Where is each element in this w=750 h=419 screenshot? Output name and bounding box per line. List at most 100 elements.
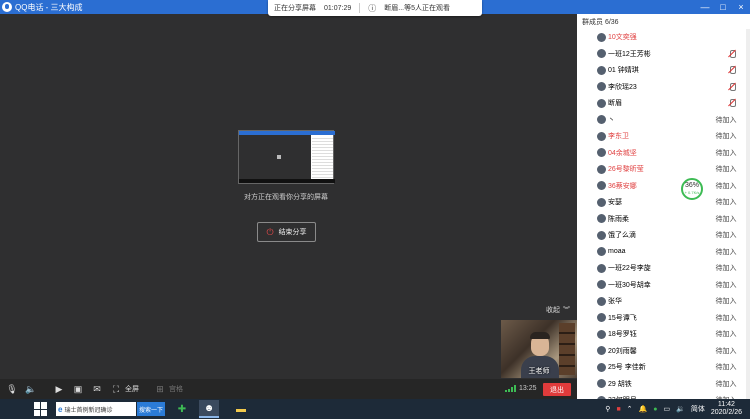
member-row[interactable]: 04余城坚 待加入 bbox=[577, 145, 750, 162]
member-row[interactable]: 20刘雨馨 待加入 bbox=[577, 343, 750, 360]
collapse-video-button[interactable]: 收起 ︾ bbox=[546, 305, 570, 315]
fullscreen-label[interactable]: 全屏 bbox=[125, 384, 139, 394]
camera-video-tile[interactable]: 王老师 bbox=[501, 320, 577, 378]
member-row[interactable]: 25号 李佳新 待加入 bbox=[577, 359, 750, 376]
avatar bbox=[597, 346, 606, 356]
person-tray-icon[interactable]: ⚲ bbox=[605, 405, 610, 413]
member-status: 待加入 bbox=[715, 116, 737, 124]
member-name: 25号 李佳新 bbox=[608, 364, 646, 372]
member-name: 04余城坚 bbox=[608, 149, 637, 157]
microphone-icon[interactable]: 🎙 bbox=[5, 382, 19, 396]
avatar bbox=[597, 280, 606, 290]
ie-icon: e bbox=[58, 404, 63, 414]
signal-strength-icon bbox=[505, 385, 516, 392]
system-tray: ⚲ ■ ⌃ 🔔 ● ▭ 🔉 简体 11:42 2020/2/26 bbox=[605, 399, 750, 419]
avatar bbox=[597, 313, 606, 323]
member-row[interactable]: 李欣瑶23 bbox=[577, 79, 750, 96]
grid-view-label[interactable]: 宫格 bbox=[169, 384, 183, 394]
red-app-tray-icon[interactable]: ■ bbox=[616, 406, 620, 413]
avatar bbox=[597, 379, 606, 389]
member-row[interactable]: 张华 待加入 bbox=[577, 293, 750, 310]
member-row[interactable]: 29 胡铁 待加入 bbox=[577, 376, 750, 393]
member-row[interactable]: 33何明月待加入 bbox=[577, 392, 750, 399]
member-list: 10文奕强 一班12王芳彬 01 钟婧琪 李欣瑶23 断眉丶待加入 李东卫 待加入 04余城坚… bbox=[577, 29, 750, 399]
start-tile bbox=[34, 409, 40, 416]
close-button[interactable]: × bbox=[732, 2, 750, 12]
notification-bell-icon[interactable]: 🔔 bbox=[639, 405, 648, 413]
signal-bar bbox=[511, 387, 513, 392]
member-row[interactable]: 断眉 bbox=[577, 95, 750, 112]
folder-app-icon[interactable]: ▬ bbox=[231, 400, 251, 418]
member-row[interactable]: 一班30号胡幸 待加入 bbox=[577, 277, 750, 294]
member-row[interactable]: 李东卫 待加入 bbox=[577, 128, 750, 145]
watchers-text: 断眉...等5人正在观看 bbox=[384, 5, 450, 12]
grid-view-icon[interactable]: ⊞ bbox=[153, 382, 167, 396]
avatar bbox=[597, 148, 606, 158]
window-title: QQ电话 - 三大构成 bbox=[15, 2, 83, 12]
member-row[interactable]: 一班22号李旋 待加入 bbox=[577, 260, 750, 277]
member-name: 一班30号胡幸 bbox=[608, 281, 651, 289]
member-status: 待加入 bbox=[715, 314, 737, 322]
member-row[interactable]: 18号罗钰 待加入 bbox=[577, 326, 750, 343]
signal-bar bbox=[505, 390, 507, 392]
speaker-icon[interactable]: 🔈 bbox=[24, 382, 38, 396]
muted-mic-icon bbox=[728, 82, 736, 92]
member-name: 李欣瑶23 bbox=[608, 83, 637, 91]
security-app-icon[interactable]: ✚ bbox=[172, 400, 192, 418]
preview-dot bbox=[277, 155, 281, 159]
member-count-header: 群成员 6/36 bbox=[582, 18, 619, 26]
member-row[interactable]: 36蔡安娜 待加入 bbox=[577, 178, 750, 195]
call-duration: 13:25 bbox=[519, 385, 537, 392]
member-row[interactable]: moaa 待加入 bbox=[577, 244, 750, 261]
chat-bubble-icon[interactable]: ✉ bbox=[90, 382, 104, 396]
member-row[interactable]: 01 钟婧琪 bbox=[577, 62, 750, 79]
network-icon[interactable]: ▭ bbox=[664, 405, 671, 413]
member-row[interactable]: 10文奕强 bbox=[577, 29, 750, 46]
minimize-button[interactable]: — bbox=[696, 2, 714, 12]
end-share-button[interactable]: ⏻ 结束分享 bbox=[257, 222, 316, 242]
member-name: 01 钟婧琪 bbox=[608, 67, 639, 75]
browser-search-input[interactable]: e 瑞士首例新冠确诊 bbox=[56, 402, 136, 416]
member-scrollbar[interactable] bbox=[746, 29, 750, 399]
muted-mic-icon bbox=[728, 98, 736, 108]
member-name: 10文奕强 bbox=[608, 34, 637, 42]
member-row[interactable]: 15号谭飞 待加入 bbox=[577, 310, 750, 327]
member-row[interactable]: 饿了么滴 待加入 bbox=[577, 227, 750, 244]
avatar bbox=[597, 197, 606, 207]
maximize-button[interactable]: □ bbox=[714, 2, 732, 12]
green-app-tray-icon[interactable]: ● bbox=[653, 406, 657, 413]
browser-search-value: 瑞士首例新冠确诊 bbox=[64, 407, 113, 414]
member-name: 饿了么滴 bbox=[608, 232, 636, 240]
member-status: 待加入 bbox=[715, 364, 737, 372]
member-row[interactable]: 丶 待加入 bbox=[577, 112, 750, 129]
ime-label[interactable]: 简体 bbox=[691, 404, 705, 414]
signal-bar bbox=[514, 385, 516, 392]
start-tile bbox=[34, 402, 40, 409]
share-timer: 01:07:29 bbox=[324, 4, 352, 12]
member-status: 待加入 bbox=[715, 265, 737, 273]
share-status-banner: 正在分享屏幕 01:07:29 ⓘ 断眉...等5人正在观看 bbox=[268, 0, 482, 16]
member-row[interactable]: 26号黎昕莹 待加入 bbox=[577, 161, 750, 178]
avatar bbox=[597, 115, 606, 125]
volume-icon[interactable]: 🔉 bbox=[676, 405, 685, 413]
member-row[interactable]: 一班12王芳彬 bbox=[577, 46, 750, 63]
power-icon: ⏻ bbox=[266, 226, 274, 237]
fullscreen-icon[interactable]: ⛶ bbox=[109, 382, 123, 396]
exit-call-button[interactable]: 退出 bbox=[543, 383, 571, 396]
member-row[interactable]: 陈雨柔 待加入 bbox=[577, 211, 750, 228]
viewer-avatar-icon: ⓘ bbox=[368, 3, 377, 13]
member-row[interactable]: 安瑟 待加入 bbox=[577, 194, 750, 211]
windows-start-icon[interactable] bbox=[34, 402, 48, 416]
member-status: 待加入 bbox=[715, 133, 737, 141]
banner-divider bbox=[359, 3, 361, 13]
taskbar-clock[interactable]: 11:42 2020/2/26 bbox=[711, 401, 742, 417]
video-camera-icon[interactable]: ▶ bbox=[52, 382, 66, 396]
qq-app-icon[interactable]: ☻ bbox=[199, 400, 219, 418]
chevron-up-icon[interactable]: ⌃ bbox=[627, 405, 633, 413]
browser-search-button[interactable]: 搜索一下 bbox=[137, 402, 165, 416]
avatar bbox=[597, 98, 606, 108]
start-tile bbox=[41, 402, 47, 409]
screen-share-icon[interactable]: ▣ bbox=[71, 382, 85, 396]
network-speed-widget[interactable]: 36% + 0.7K/s bbox=[681, 178, 703, 200]
camera-name-label: 王老师 bbox=[528, 368, 550, 375]
